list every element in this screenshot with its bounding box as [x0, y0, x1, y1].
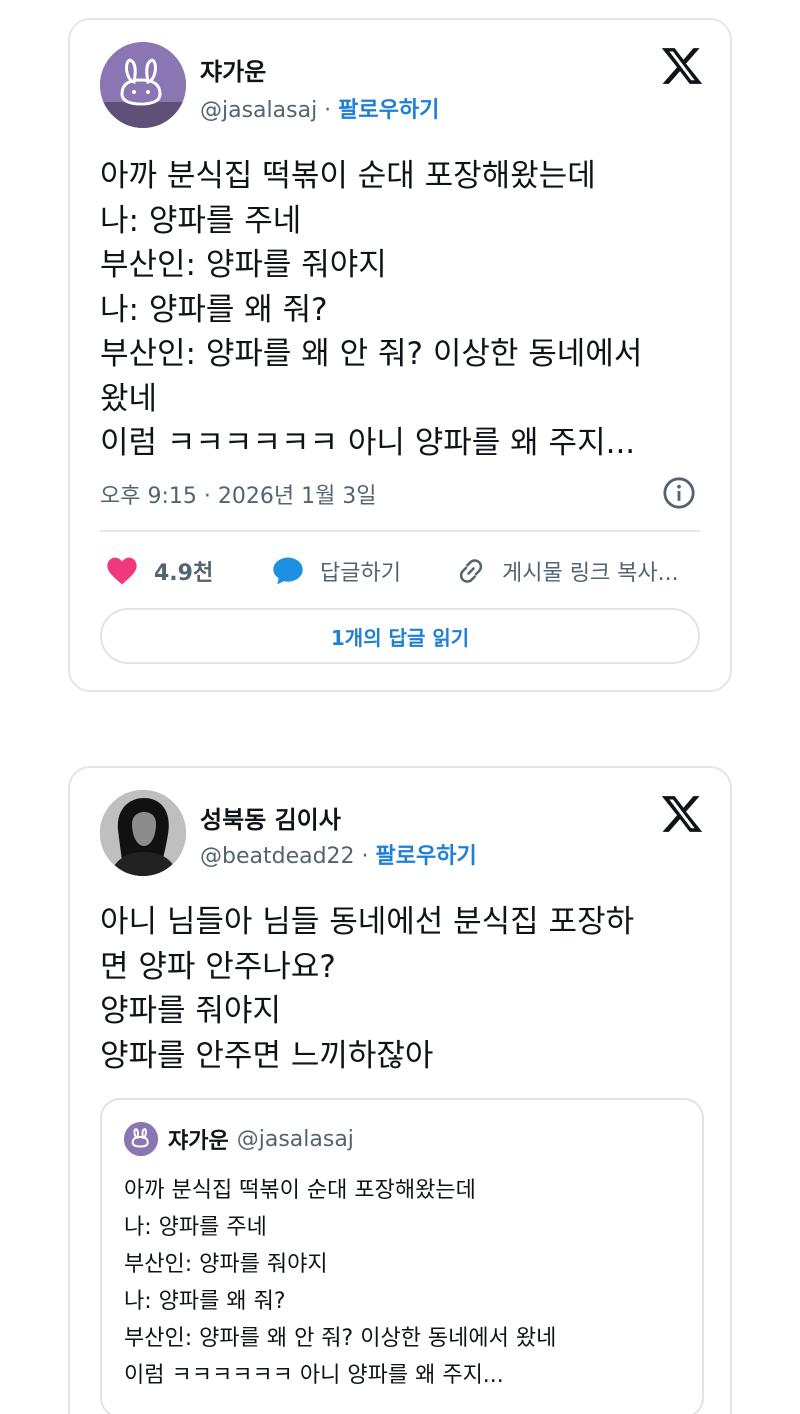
- follow-button[interactable]: 팔로우하기: [338, 98, 439, 123]
- tweet-text-line: 나: 양파를 왜 줘?: [100, 291, 328, 328]
- handle[interactable]: @beatdead22: [200, 844, 355, 869]
- tweet-text-line: 양파를 줘야지: [100, 993, 281, 1029]
- copy-link-label: 게시물 링크 복사...: [502, 561, 679, 586]
- tweet-text-line: 면 양파 안주나요?: [100, 948, 336, 985]
- separator: ·: [354, 844, 376, 869]
- quoted-display-name: 쟈가운: [168, 1129, 229, 1154]
- tweet-text-line: 나: 양파를 주네: [100, 202, 302, 239]
- follow-button[interactable]: 팔로우하기: [376, 844, 477, 869]
- tweet-text: 아니 님들아 님들 동네에선 분식집 포장하 면 양파 안주나요? 양파를 줘야…: [100, 900, 634, 1078]
- tweet-text: 아까 분식집 떡볶이 순대 포장해왔는데 나: 양파를 주네 부산인: 양파를 …: [100, 154, 642, 466]
- tweet-text-line: 아니 님들아 님들 동네에선 분식집 포장하: [100, 904, 635, 940]
- like-button[interactable]: 4.9천: [106, 553, 213, 589]
- quoted-text-line: 아까 분식집 떡볶이 순대 포장해왔는데: [124, 1178, 476, 1203]
- quoted-tweet-header: 쟈가운 @jasalasaj: [124, 1122, 354, 1156]
- read-replies-button[interactable]: 1개의 답글 읽기: [100, 608, 700, 664]
- tweet-text-line: 이럼 ㅋㅋㅋㅋㅋㅋ 아니 양파를 왜 주지...: [100, 425, 636, 461]
- quoted-tweet[interactable]: 쟈가운 @jasalasaj 아까 분식집 떡볶이 순대 포장해왔는데 나: 양…: [100, 1098, 704, 1414]
- quoted-avatar: [124, 1122, 158, 1156]
- tweet-text-line: 왔네: [100, 380, 158, 417]
- quoted-text-line: 나: 양파를 주네: [124, 1215, 267, 1240]
- handle[interactable]: @jasalasaj: [200, 98, 317, 123]
- like-count: 4.9천: [154, 561, 214, 586]
- display-name[interactable]: 성북동 김이사: [200, 800, 341, 835]
- tweet-text-line: 양파를 안주면 느끼하잖아: [100, 1037, 434, 1074]
- rabbit-avatar-icon: [100, 42, 186, 128]
- avatar[interactable]: [100, 790, 186, 876]
- tweet-card-2: 성북동 김이사 @beatdead22 · 팔로우하기 아니 님들아 님들 동네…: [68, 766, 732, 1414]
- copy-link-button[interactable]: 게시물 링크 복사...: [456, 553, 679, 589]
- handle-line: @beatdead22 · 팔로우하기: [200, 838, 477, 870]
- info-icon[interactable]: [662, 476, 696, 510]
- heart-icon: [107, 557, 137, 585]
- tweet-text-line: 부산인: 양파를 왜 안 줘? 이상한 동네에서: [100, 336, 643, 372]
- tweet-text-line: 부산인: 양파를 줘야지: [100, 247, 387, 283]
- quoted-text-line: 부산인: 양파를 줘야지: [124, 1252, 328, 1277]
- tweet-card-1: 쟈가운 @jasalasaj · 팔로우하기 아까 분식집 떡볶이 순대 포장해…: [68, 18, 732, 692]
- rabbit-avatar-icon: [124, 1122, 158, 1156]
- reply-label: 답글하기: [320, 561, 401, 586]
- separator: ·: [317, 98, 339, 123]
- quoted-text-line: 나: 양파를 왜 줘?: [124, 1289, 286, 1314]
- quoted-text-line: 부산인: 양파를 왜 안 줘? 이상한 동네에서 왔네: [124, 1326, 557, 1351]
- reply-bubble-icon: [273, 557, 303, 585]
- x-logo-icon[interactable]: [660, 792, 704, 836]
- quoted-handle: @jasalasaj: [236, 1126, 354, 1152]
- person-photo-icon: [100, 790, 186, 876]
- x-logo-icon[interactable]: [660, 44, 704, 88]
- divider: [100, 530, 700, 532]
- quoted-text-line: 이럼 ㅋㅋㅋㅋㅋㅋ 아니 양파를 왜 주지...: [124, 1363, 504, 1388]
- quoted-tweet-text: 아까 분식집 떡볶이 순대 포장해왔는데 나: 양파를 주네 부산인: 양파를 …: [124, 1172, 556, 1394]
- tweet-text-line: 아까 분식집 떡볶이 순대 포장해왔는데: [100, 158, 596, 194]
- link-icon: [459, 559, 483, 583]
- timestamp[interactable]: 오후 9:15 · 2026년 1월 3일: [100, 478, 377, 510]
- avatar[interactable]: [100, 42, 186, 128]
- handle-line: @jasalasaj · 팔로우하기: [200, 92, 439, 124]
- display-name[interactable]: 쟈가운: [200, 52, 266, 87]
- reply-button[interactable]: 답글하기: [272, 553, 401, 589]
